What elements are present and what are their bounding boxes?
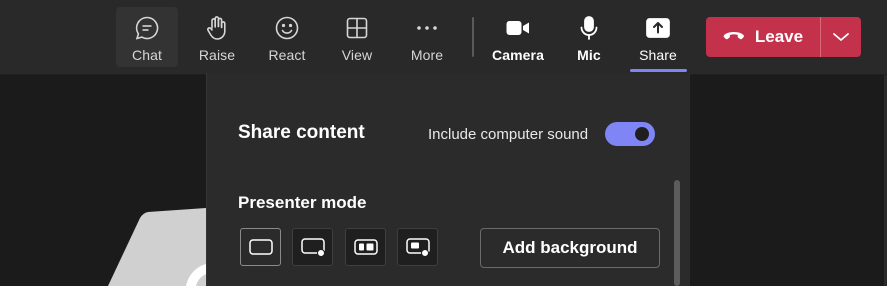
camera-label: Camera	[492, 47, 544, 63]
share-button[interactable]: Share	[627, 7, 689, 67]
leave-label: Leave	[754, 27, 804, 46]
share-content-title: Share content	[238, 122, 365, 143]
view-label: View	[341, 47, 373, 63]
side-by-side-icon	[353, 239, 378, 255]
raise-label: Raise	[198, 47, 236, 63]
meeting-toolbar: Chat Raise React View More Camera Mic Sh…	[0, 0, 887, 75]
leave-options-button[interactable]	[821, 17, 861, 57]
grid-view-icon	[346, 17, 368, 39]
leave-button-group: Leave	[706, 17, 861, 57]
share-label: Share	[639, 47, 677, 63]
camera-icon	[506, 21, 529, 35]
chat-button[interactable]: Chat	[116, 7, 178, 67]
share-content-panel: Share content Include computer sound Pre…	[206, 73, 690, 286]
presenter-mode-reporter[interactable]	[397, 228, 438, 266]
reporter-icon	[405, 238, 430, 257]
presenter-mode-standout[interactable]	[292, 228, 333, 266]
toggle-knob	[635, 127, 649, 141]
mic-button[interactable]: Mic	[558, 7, 620, 67]
scrollbar-thumb[interactable]	[674, 180, 680, 286]
mic-icon	[580, 16, 598, 40]
presenter-mode-side-by-side[interactable]	[345, 228, 386, 266]
smiley-icon	[275, 16, 299, 40]
share-active-indicator	[630, 69, 687, 72]
phone-hangup-icon	[723, 32, 744, 40]
chat-bubble-icon	[135, 16, 159, 40]
raise-hand-icon	[207, 16, 226, 40]
include-sound-label: Include computer sound	[428, 126, 589, 143]
content-only-icon	[248, 239, 273, 255]
leave-button[interactable]: Leave	[706, 17, 820, 57]
standout-icon	[300, 238, 325, 257]
react-label: React	[268, 47, 306, 63]
camera-button[interactable]: Camera	[487, 7, 549, 67]
include-sound-toggle[interactable]	[605, 122, 655, 146]
share-tray-icon	[646, 18, 670, 38]
more-dots-icon	[417, 26, 437, 30]
stage-graphic	[108, 208, 206, 286]
react-button[interactable]: React	[256, 7, 318, 67]
chat-label: Chat	[132, 47, 162, 63]
presenter-mode-title: Presenter mode	[238, 193, 367, 212]
add-background-button[interactable]: Add background	[480, 228, 660, 268]
chevron-down-icon	[833, 33, 849, 41]
raise-hand-button[interactable]: Raise	[186, 7, 248, 67]
more-button[interactable]: More	[396, 7, 458, 67]
mic-label: Mic	[577, 47, 601, 63]
view-button[interactable]: View	[326, 7, 388, 67]
more-label: More	[410, 47, 444, 63]
panel-scrollbar[interactable]	[674, 180, 680, 286]
presenter-mode-content-only[interactable]	[240, 228, 281, 266]
toolbar-divider	[472, 17, 474, 57]
